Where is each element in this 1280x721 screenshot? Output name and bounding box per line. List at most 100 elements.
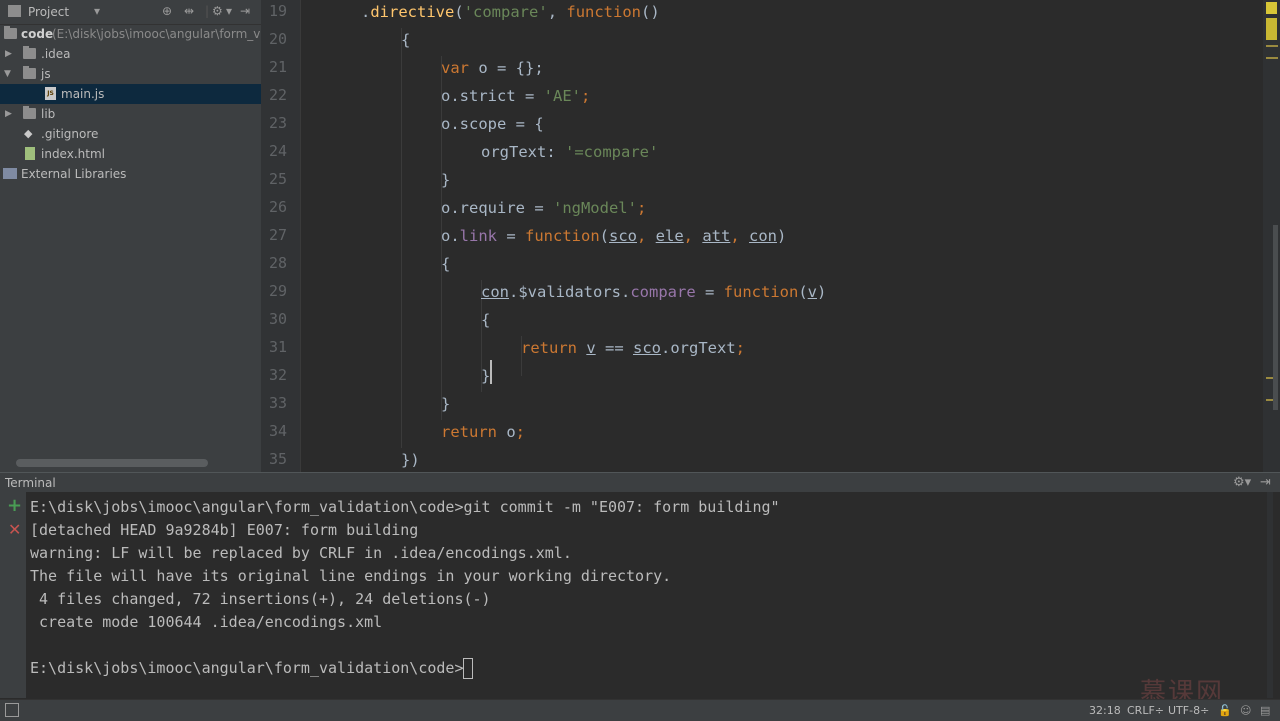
collapsed-arrow-icon[interactable]: ▶ xyxy=(5,104,12,124)
code-token: ; xyxy=(636,199,647,217)
code-token: ; xyxy=(581,87,591,105)
new-session-plus-icon[interactable]: + xyxy=(7,495,22,516)
hide-terminal-icon[interactable]: ⇥ xyxy=(1260,475,1271,490)
project-view-icon[interactable] xyxy=(8,5,21,17)
line-number-gutter: 19 20 21 22 23 24 25 26 27 28 29 30 31 3… xyxy=(261,0,301,472)
text-caret xyxy=(490,360,492,384)
tree-item-lib[interactable]: ▶ lib xyxy=(0,104,261,124)
caret-position[interactable]: 32:18 xyxy=(1089,704,1121,717)
lock-icon[interactable]: 🔓 xyxy=(1218,704,1232,717)
code-token: . xyxy=(361,3,371,21)
code-token: 'ngModel' xyxy=(552,199,637,217)
collapsed-arrow-icon[interactable]: ▶ xyxy=(5,44,12,64)
settings-arrow-icon[interactable]: ▾ xyxy=(226,4,232,18)
code-token: o. xyxy=(441,227,460,245)
tree-item-label: main.js xyxy=(61,87,105,101)
project-panel-title[interactable]: Project xyxy=(28,5,69,19)
code-token: function xyxy=(566,3,642,21)
code-token: sco xyxy=(633,339,661,357)
toggle-tool-windows-icon[interactable] xyxy=(5,703,19,717)
code-token: var xyxy=(441,59,469,77)
terminal-toolbar: + ✕ xyxy=(0,492,26,698)
line-number: 32 xyxy=(268,366,287,384)
code-token: } xyxy=(441,395,451,413)
code-token: ele xyxy=(655,227,684,245)
terminal-line: warning: LF will be replaced by CRLF in … xyxy=(30,544,572,562)
tree-item-index-html[interactable]: index.html xyxy=(0,144,261,164)
library-icon xyxy=(3,168,17,179)
code-line: { xyxy=(401,28,410,56)
code-token: { xyxy=(441,255,451,273)
tree-item-external-libraries[interactable]: External Libraries xyxy=(0,164,261,184)
tree-item-gitignore[interactable]: ◆ .gitignore xyxy=(0,124,261,144)
code-token: ) xyxy=(817,283,827,301)
code-token: o = {}; xyxy=(469,59,544,77)
code-token: o. xyxy=(441,87,460,105)
terminal-title[interactable]: Terminal xyxy=(5,476,56,490)
code-line: o.scope = { xyxy=(441,112,544,140)
file-encoding[interactable]: UTF-8÷ xyxy=(1168,704,1209,717)
code-token: }) xyxy=(401,451,420,469)
stripe-marker[interactable] xyxy=(1266,57,1278,59)
tree-item-js[interactable]: ▼ js xyxy=(0,64,261,84)
tree-item-main-js[interactable]: JS main.js xyxy=(0,84,261,104)
code-token: ( xyxy=(798,283,808,301)
horizontal-scrollbar[interactable] xyxy=(16,459,208,467)
code-token: return xyxy=(521,339,587,357)
settings-gear-icon[interactable]: ⚙ xyxy=(212,4,223,18)
terminal-scrollbar[interactable] xyxy=(1267,492,1273,698)
code-token: ( xyxy=(454,3,464,21)
code-line: o.strict = 'AE'; xyxy=(441,84,590,112)
line-number: 23 xyxy=(268,114,287,132)
warning-marker[interactable] xyxy=(1266,18,1277,40)
code-line: .directive('compare', function() xyxy=(361,0,660,28)
stripe-marker[interactable] xyxy=(1266,45,1278,47)
code-token: { xyxy=(481,311,491,329)
html-file-icon xyxy=(25,147,35,160)
editor-marker-strip[interactable] xyxy=(1263,0,1280,472)
tree-item-label: js xyxy=(41,67,51,81)
expanded-arrow-icon[interactable]: ▼ xyxy=(4,64,11,84)
status-bar: 32:18 CRLF÷ UTF-8÷ 🔓 ☺ ▤ xyxy=(0,699,1280,721)
js-file-icon: JS xyxy=(45,87,56,100)
locate-icon[interactable]: ⊕ xyxy=(162,4,172,18)
line-number: 26 xyxy=(268,198,287,216)
terminal-prompt[interactable]: E:\disk\jobs\imooc\angular\form_validati… xyxy=(30,657,463,680)
code-token: .orgText xyxy=(661,339,736,357)
folder-icon xyxy=(23,66,36,79)
dropdown-arrow-icon[interactable]: ▾ xyxy=(94,4,100,18)
code-token: '=compare' xyxy=(565,143,659,161)
line-number: 24 xyxy=(268,142,287,160)
warning-marker-icon[interactable] xyxy=(1266,2,1277,14)
code-token: , xyxy=(683,227,703,245)
line-number: 34 xyxy=(268,422,287,440)
hide-panel-icon[interactable]: ⇥ xyxy=(240,4,250,18)
code-line: return o; xyxy=(441,420,525,448)
tree-item-code-root[interactable]: code (E:\disk\jobs\imooc\angular\form_va… xyxy=(0,24,261,44)
collapse-all-icon[interactable]: ⇹ xyxy=(184,4,194,18)
code-token: con xyxy=(749,227,778,245)
project-folder-icon xyxy=(4,26,17,39)
line-number: 27 xyxy=(268,226,287,244)
code-token: == xyxy=(595,339,633,357)
code-editor[interactable]: .directive('compare', function() { var o… xyxy=(301,0,1263,472)
terminal-settings-gear-icon[interactable]: ⚙▾ xyxy=(1233,475,1251,490)
line-separator[interactable]: CRLF÷ xyxy=(1127,704,1164,717)
tree-item-label: lib xyxy=(41,107,56,121)
line-number: 33 xyxy=(268,394,287,412)
code-token: link xyxy=(459,227,497,245)
terminal-line: [detached HEAD 9a9284b] E007: form build… xyxy=(30,521,419,539)
close-session-icon[interactable]: ✕ xyxy=(8,520,21,539)
code-token: = xyxy=(497,227,525,245)
line-number: 30 xyxy=(268,310,287,328)
code-token: compare xyxy=(630,283,696,301)
inspector-icon[interactable]: ☺ xyxy=(1240,704,1251,717)
event-log-icon[interactable]: ▤ xyxy=(1260,704,1270,717)
code-token: , xyxy=(547,3,567,21)
tree-item-idea[interactable]: ▶ .idea xyxy=(0,44,261,64)
code-token: function xyxy=(525,227,600,245)
terminal-line: The file will have its original line end… xyxy=(30,567,672,585)
code-line: orgText: '=compare' xyxy=(481,140,658,168)
vertical-scrollbar[interactable] xyxy=(1273,225,1278,410)
code-token: v xyxy=(586,339,596,357)
